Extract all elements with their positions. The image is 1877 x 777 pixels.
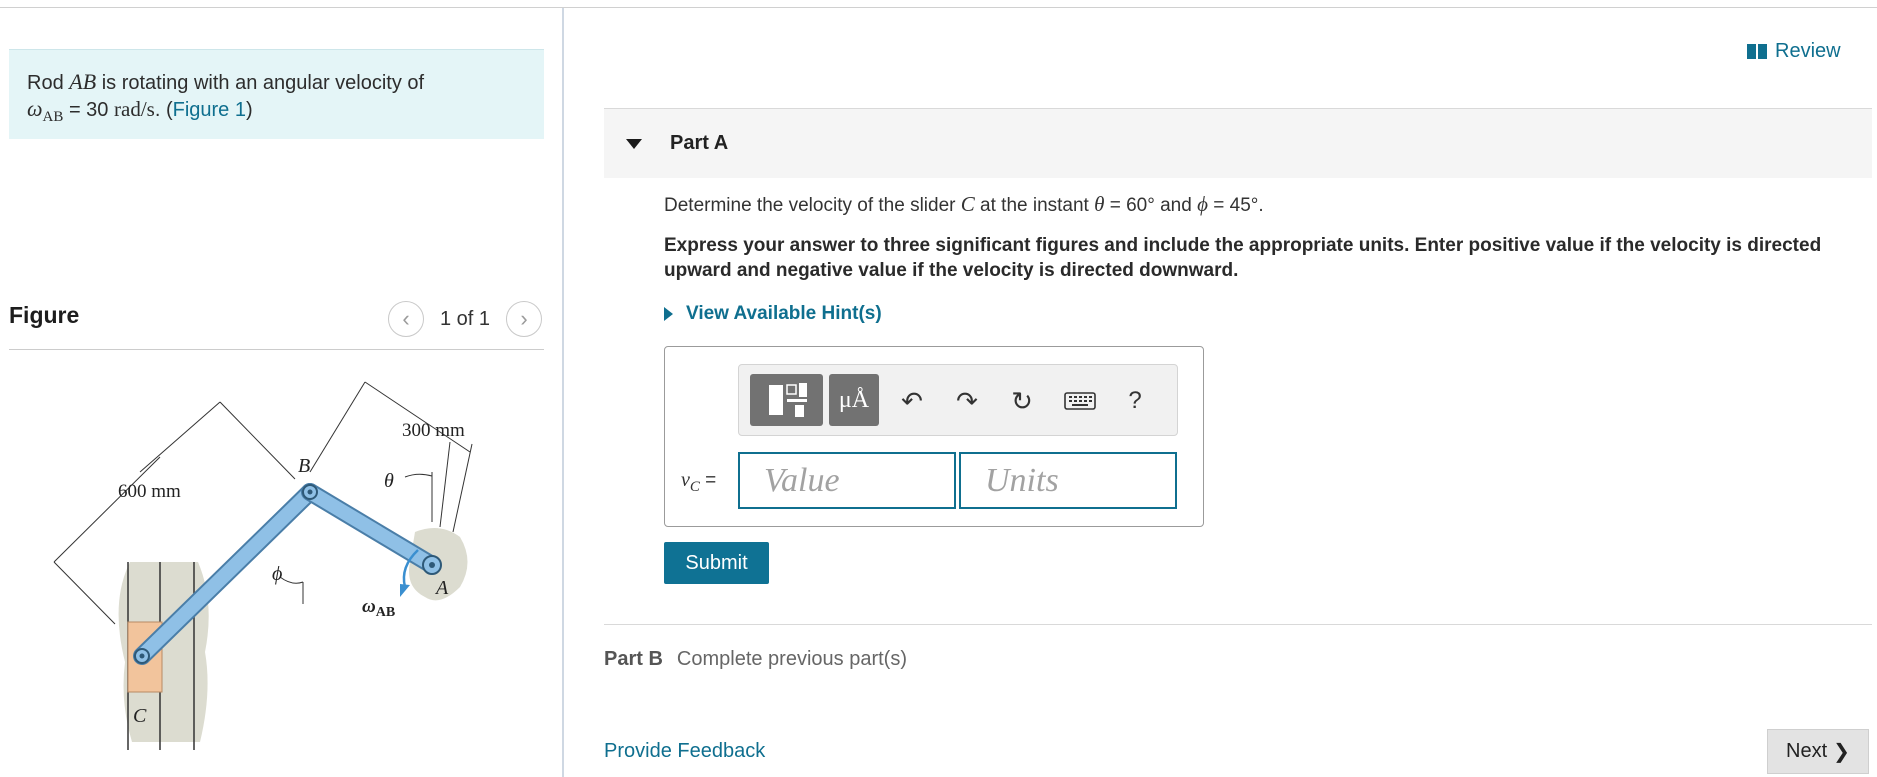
units-button[interactable]: μÅ (829, 374, 879, 426)
figure-heading: Figure (9, 302, 80, 328)
next-label: Next (1786, 740, 1828, 762)
answer-box: μÅ ↶ ↷ ↻ ? vC = Value Units (664, 346, 1204, 527)
part-b-title: Part B (604, 648, 663, 670)
figure-count: 1 of 1 (440, 307, 491, 330)
question-theta-symbol: θ (1094, 192, 1105, 216)
reset-icon: ↻ (1011, 385, 1033, 416)
rod-name: AB (69, 69, 97, 94)
question-slider-symbol: C (960, 192, 975, 216)
answer-variable: v (681, 469, 690, 491)
question-text-3: = 60° and (1104, 195, 1198, 216)
dim-300-ext-a2 (452, 443, 473, 533)
hints-label: View Available Hint(s) (686, 303, 882, 324)
problem-period-open: . ( (154, 99, 173, 121)
math-toolbar: μÅ ↶ ↷ ↻ ? (738, 364, 1178, 436)
undo-icon: ↶ (901, 385, 923, 416)
phi-label: ϕ (272, 563, 282, 585)
theta-arc (404, 473, 433, 478)
part-a-question: Determine the velocity of the slider C a… (664, 192, 1264, 217)
part-b-rule (604, 624, 1872, 625)
units-glyph: μÅ (838, 386, 870, 413)
next-button[interactable]: Next ❯ (1767, 729, 1869, 774)
review-link[interactable]: Review (1747, 40, 1841, 63)
chevron-right-icon: ❯ (1833, 741, 1850, 763)
point-a-label: A (434, 577, 449, 599)
previous-figure-button[interactable]: ‹ (388, 301, 424, 337)
keyboard-icon (1064, 392, 1096, 410)
review-label: Review (1775, 40, 1841, 62)
templates-icon (768, 383, 807, 417)
dim-600-line (53, 456, 161, 563)
part-b-row: Part B Complete previous part(s) (604, 648, 907, 671)
pin-b-center (307, 489, 313, 495)
chevron-left-icon: ‹ (402, 306, 410, 331)
omega-arrowhead (400, 584, 410, 597)
problem-close: ) (245, 99, 253, 121)
keyboard-button[interactable] (1059, 381, 1101, 421)
omega-label-symbol: ω (362, 596, 376, 617)
provide-feedback-link[interactable]: Provide Feedback (604, 740, 765, 763)
dim-300-ext-a (439, 441, 451, 528)
figure-link[interactable]: Figure 1 (173, 99, 246, 121)
point-b-label: B (298, 455, 310, 477)
chevron-right-icon: › (520, 306, 528, 331)
book-icon (1747, 44, 1767, 59)
templates-button[interactable] (750, 374, 823, 426)
pin-a-center (429, 562, 435, 568)
part-a-header[interactable]: Part A (604, 108, 1872, 178)
redo-button[interactable]: ↷ (949, 381, 985, 421)
top-rule (0, 7, 1877, 8)
theta-label: θ (384, 470, 394, 492)
figure-rule (9, 349, 544, 350)
part-a-instructions: Express your answer to three significant… (664, 235, 1822, 281)
units-input[interactable]: Units (959, 452, 1177, 509)
caret-down-icon (626, 138, 642, 149)
submit-button[interactable]: Submit (664, 542, 769, 584)
question-text-1: Determine the velocity of the slider (664, 195, 961, 216)
mechanism-figure: 600 mm 300 mm B A C θ ϕ ωAB (53, 381, 473, 750)
answer-equals: = (699, 470, 717, 491)
omega-symbol: ω (27, 96, 43, 121)
problem-equals-value: = 30 (63, 99, 114, 121)
value-input[interactable]: Value (738, 452, 956, 509)
question-text-4: = 45°. (1207, 195, 1264, 216)
reset-button[interactable]: ↻ (1004, 381, 1040, 421)
dim-600-label: 600 mm (118, 481, 181, 502)
figure-pager: ‹ 1 of 1 › (388, 301, 543, 337)
omega-label: ωAB (362, 596, 395, 620)
undo-button[interactable]: ↶ (894, 381, 930, 421)
help-button[interactable]: ? (1117, 381, 1153, 421)
pin-c-center (139, 653, 145, 659)
part-a-title: Part A (670, 132, 729, 154)
caret-right-icon (664, 307, 673, 321)
omega-label-subscript: AB (376, 605, 395, 620)
problem-statement: Rod AB is rotating with an angular veloc… (9, 49, 544, 139)
question-text-2: at the instant (974, 195, 1095, 216)
dim-300-ext-b (309, 381, 366, 473)
dim-600-arrow (139, 401, 221, 473)
dim-600-ext-b (219, 401, 296, 480)
answer-variable-subscript: C (689, 478, 700, 495)
help-icon: ? (1128, 387, 1142, 414)
problem-text-middle: is rotating with an angular velocity of (96, 72, 425, 94)
dim-300-line (364, 381, 471, 453)
next-figure-button[interactable]: › (506, 301, 543, 337)
phi-arc (279, 576, 304, 584)
panel-divider (562, 8, 564, 777)
answer-variable-label: vC = (681, 469, 716, 496)
angular-velocity-unit: rad/s (114, 97, 155, 121)
point-c-label: C (133, 705, 147, 727)
dim-300-label: 300 mm (402, 420, 465, 441)
question-phi-symbol: ϕ (1197, 192, 1208, 216)
view-hints-link[interactable]: View Available Hint(s) (664, 303, 882, 325)
part-b-status: Complete previous part(s) (676, 648, 907, 670)
dim-600-ext-c (53, 561, 116, 625)
omega-subscript: AB (42, 109, 64, 125)
problem-text-prefix: Rod (27, 72, 70, 94)
redo-icon: ↷ (956, 385, 978, 416)
